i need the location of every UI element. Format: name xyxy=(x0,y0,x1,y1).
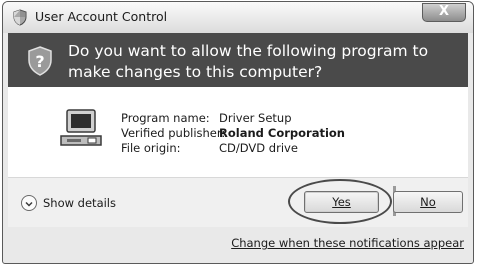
file-origin-label: File origin: xyxy=(121,141,181,155)
program-name-value: Driver Setup xyxy=(219,111,292,125)
svg-text:?: ? xyxy=(35,52,44,71)
file-origin-row: File origin: CD/DVD drive xyxy=(121,141,345,156)
publisher-label: Verified publisher: xyxy=(121,126,226,140)
publisher-row: Verified publisher:Roland Corporation xyxy=(121,126,345,141)
program-name-row: Program name: Driver Setup xyxy=(121,111,345,126)
uac-question: Do you want to allow the following progr… xyxy=(68,42,429,81)
chevron-down-icon[interactable] xyxy=(21,195,37,211)
no-button[interactable]: No xyxy=(393,191,463,213)
program-details: Program name: Driver Setup Verified publi… xyxy=(121,111,345,156)
button-bar: Show details Yes No xyxy=(8,177,468,227)
yes-button[interactable]: Yes xyxy=(304,191,379,213)
uac-shield-icon xyxy=(13,9,27,26)
window-title: User Account Control xyxy=(35,9,168,24)
close-button[interactable]: X xyxy=(422,3,466,22)
no-button-label: No xyxy=(420,195,436,209)
dialog-footer: Change when these notifications appear xyxy=(8,227,468,260)
computer-icon xyxy=(60,109,102,146)
file-origin-value: CD/DVD drive xyxy=(219,141,298,155)
publisher-value: Roland Corporation xyxy=(219,126,345,140)
shield-question-icon: ? xyxy=(28,46,52,76)
title-bar[interactable]: User Account Control X xyxy=(3,2,473,33)
warning-banner: ? Do you want to allow the following pro… xyxy=(8,33,468,87)
close-icon: X xyxy=(438,4,450,19)
yes-button-label: Yes xyxy=(332,195,351,209)
program-name-label: Program name: xyxy=(121,111,210,125)
program-info-panel: Program name: Driver Setup Verified publi… xyxy=(8,87,468,177)
show-details-label[interactable]: Show details xyxy=(43,196,116,210)
notification-settings-link[interactable]: Change when these notifications appear xyxy=(231,236,464,250)
uac-dialog: User Account Control X ? Do you want to … xyxy=(2,1,474,264)
